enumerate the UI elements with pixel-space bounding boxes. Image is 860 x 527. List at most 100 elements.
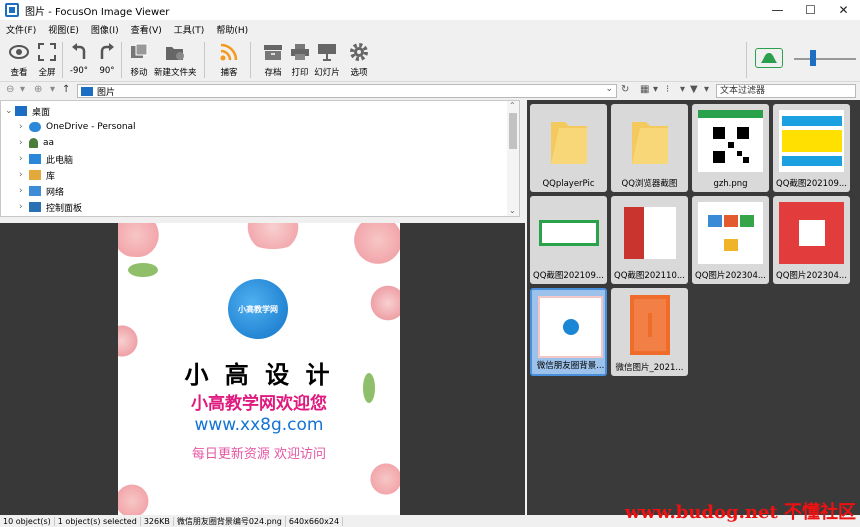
archive-icon bbox=[260, 41, 286, 63]
up-icon[interactable]: ↑ bbox=[62, 84, 70, 95]
print-button[interactable]: 打印 bbox=[287, 41, 313, 79]
rss-icon bbox=[216, 41, 242, 63]
thumbnail-item[interactable]: QQ浏览器截图 bbox=[611, 104, 688, 192]
rotate-right-icon bbox=[94, 41, 120, 63]
expand-icon[interactable]: › bbox=[19, 122, 29, 132]
image-preview[interactable]: 小高教学网 小 高 设 计 小高教学网欢迎您 www.xx8g.com 每日更新… bbox=[0, 223, 525, 515]
thumbnail-item[interactable]: QQ截图202109... bbox=[773, 104, 850, 192]
filter-icon[interactable]: ▼ bbox=[690, 84, 698, 95]
projector-icon bbox=[314, 41, 340, 63]
folder-icon bbox=[617, 110, 682, 172]
address-input[interactable]: 图片 ⌄ bbox=[77, 84, 617, 98]
rotate-left-button[interactable]: -90° bbox=[66, 41, 92, 79]
history-dropdown-icon[interactable]: ▾ bbox=[50, 84, 55, 95]
thumbnail-item[interactable]: QQ图片202304... bbox=[773, 196, 850, 284]
folder-tree: ⌄ 桌面 › OneDrive - Personal › aa › 此电脑 › … bbox=[0, 100, 520, 217]
grid-view-icon[interactable]: ▦ bbox=[640, 84, 649, 95]
user-icon bbox=[29, 138, 38, 148]
slideshow-button[interactable]: 幻灯片 bbox=[314, 41, 340, 79]
folder-icon bbox=[81, 86, 93, 96]
close-button[interactable]: ✕ bbox=[827, 0, 860, 20]
app-icon bbox=[5, 3, 19, 17]
capture-button[interactable]: 捕客 bbox=[216, 41, 242, 79]
zoom-slider[interactable] bbox=[794, 58, 856, 60]
computer-icon bbox=[29, 154, 41, 164]
tree-item-onedrive[interactable]: › OneDrive - Personal bbox=[19, 119, 136, 135]
library-icon bbox=[29, 170, 41, 180]
address-dropdown-icon[interactable]: ⌄ bbox=[605, 84, 613, 94]
watermark: www.budog.net 不懂社区 bbox=[624, 502, 856, 523]
object-count: 10 object(s) bbox=[0, 516, 55, 526]
expand-icon[interactable]: › bbox=[19, 138, 29, 148]
expand-icon[interactable]: › bbox=[19, 154, 29, 164]
title-bar: 图片 - FocusOn Image Viewer — ☐ ✕ bbox=[0, 0, 860, 20]
view-button[interactable]: 查看 bbox=[6, 41, 32, 79]
image-dimensions: 640x660x24 bbox=[286, 516, 344, 526]
address-bar: ⊖ ▾ ⊕ ▾ ↑ 图片 ⌄ ↻ ▦ ▾ ⁝ ▾ ▼ ▾ 文本过滤器 bbox=[0, 82, 860, 100]
text-filter-input[interactable]: 文本过滤器 bbox=[716, 84, 856, 98]
rotate-left-icon bbox=[66, 41, 92, 63]
save-button[interactable]: 存档 bbox=[260, 41, 286, 79]
back-dropdown-icon[interactable]: ▾ bbox=[20, 84, 25, 95]
preview-title: 小 高 设 计 bbox=[184, 361, 334, 389]
refresh-icon[interactable]: ↻ bbox=[621, 84, 629, 95]
collapse-icon[interactable]: ⌄ bbox=[5, 106, 15, 116]
sort-dropdown-icon[interactable]: ▾ bbox=[680, 84, 685, 95]
tree-item-libraries[interactable]: › 库 bbox=[19, 167, 55, 183]
new-folder-button[interactable]: 新建文件夹 bbox=[154, 41, 197, 79]
minimize-button[interactable]: — bbox=[761, 0, 794, 20]
thumbnail-image bbox=[538, 296, 603, 358]
address-path: 图片 bbox=[97, 87, 116, 98]
zoom-slider-handle[interactable] bbox=[810, 50, 816, 66]
forward-icon[interactable]: ⊕ bbox=[34, 84, 42, 95]
thumbnail-image bbox=[779, 202, 844, 264]
thumbnail-item-selected[interactable]: 微信朋友圈背景... bbox=[530, 288, 607, 376]
options-button[interactable]: 选项 bbox=[346, 41, 372, 79]
thumbnail-item[interactable]: QQ图片202304... bbox=[692, 196, 769, 284]
desktop-icon bbox=[15, 106, 27, 116]
tree-item-network[interactable]: › 网络 bbox=[19, 183, 64, 199]
menu-help[interactable]: 帮助(H) bbox=[210, 23, 254, 36]
tree-item-desktop[interactable]: ⌄ 桌面 bbox=[5, 103, 50, 119]
network-icon bbox=[29, 186, 41, 196]
tree-scrollbar[interactable]: ⌃ ⌄ bbox=[507, 101, 519, 216]
tree-scrollbar-thumb[interactable] bbox=[509, 113, 517, 149]
menu-image[interactable]: 图像(I) bbox=[85, 23, 125, 36]
filter-dropdown-icon[interactable]: ▾ bbox=[704, 84, 709, 95]
thumbnail-image bbox=[617, 294, 682, 356]
thumbnail-item[interactable]: 微信图片_2021... bbox=[611, 288, 688, 376]
menu-view[interactable]: 视图(E) bbox=[42, 23, 85, 36]
thumbnail-item[interactable]: QQ截图202110... bbox=[611, 196, 688, 284]
rotate-right-button[interactable]: 90° bbox=[94, 41, 120, 79]
window-title: 图片 - FocusOn Image Viewer bbox=[25, 6, 170, 18]
thumbnail-item[interactable]: QQplayerPic bbox=[530, 104, 607, 192]
maximize-button[interactable]: ☐ bbox=[794, 0, 827, 20]
gear-icon bbox=[346, 41, 372, 63]
expand-icon[interactable]: › bbox=[19, 170, 29, 180]
preview-subtitle: 小高教学网欢迎您 bbox=[191, 394, 327, 414]
new-folder-icon bbox=[162, 41, 188, 63]
view-dropdown-icon[interactable]: ▾ bbox=[653, 84, 658, 95]
tree-item-user[interactable]: › aa bbox=[19, 135, 54, 151]
tree-item-this-pc[interactable]: › 此电脑 bbox=[19, 151, 73, 167]
sort-icon[interactable]: ⁝ bbox=[666, 84, 669, 95]
thumbnail-item[interactable]: QQ截图202109... bbox=[530, 196, 607, 284]
preview-tagline: 每日更新资源 欢迎访问 bbox=[191, 447, 327, 462]
fullscreen-button[interactable]: 全屏 bbox=[34, 41, 60, 79]
scroll-down-icon[interactable]: ⌄ bbox=[509, 206, 516, 215]
move-button[interactable]: 移动 bbox=[126, 41, 152, 79]
scroll-up-icon[interactable]: ⌃ bbox=[509, 101, 516, 110]
move-icon bbox=[126, 41, 152, 63]
toolbar: 查看 全屏 -90° 90° 移动 新建文件夹 捕客 存档 打印 幻灯片 选项 bbox=[0, 38, 860, 82]
back-icon[interactable]: ⊖ bbox=[6, 84, 14, 95]
tree-item-control-panel[interactable]: › 控制面板 bbox=[19, 199, 82, 215]
menu-bar: 文件(F) 视图(E) 图像(I) 查看(V) 工具(T) 帮助(H) bbox=[0, 20, 860, 38]
cloud-icon bbox=[29, 122, 41, 132]
menu-tools[interactable]: 工具(T) bbox=[168, 23, 211, 36]
thumbnail-item[interactable]: gzh.png bbox=[692, 104, 769, 192]
thumbnail-size-icon[interactable] bbox=[755, 48, 783, 68]
expand-icon[interactable]: › bbox=[19, 202, 29, 212]
menu-file[interactable]: 文件(F) bbox=[0, 23, 42, 36]
expand-icon[interactable]: › bbox=[19, 186, 29, 196]
menu-browse[interactable]: 查看(V) bbox=[125, 23, 168, 36]
